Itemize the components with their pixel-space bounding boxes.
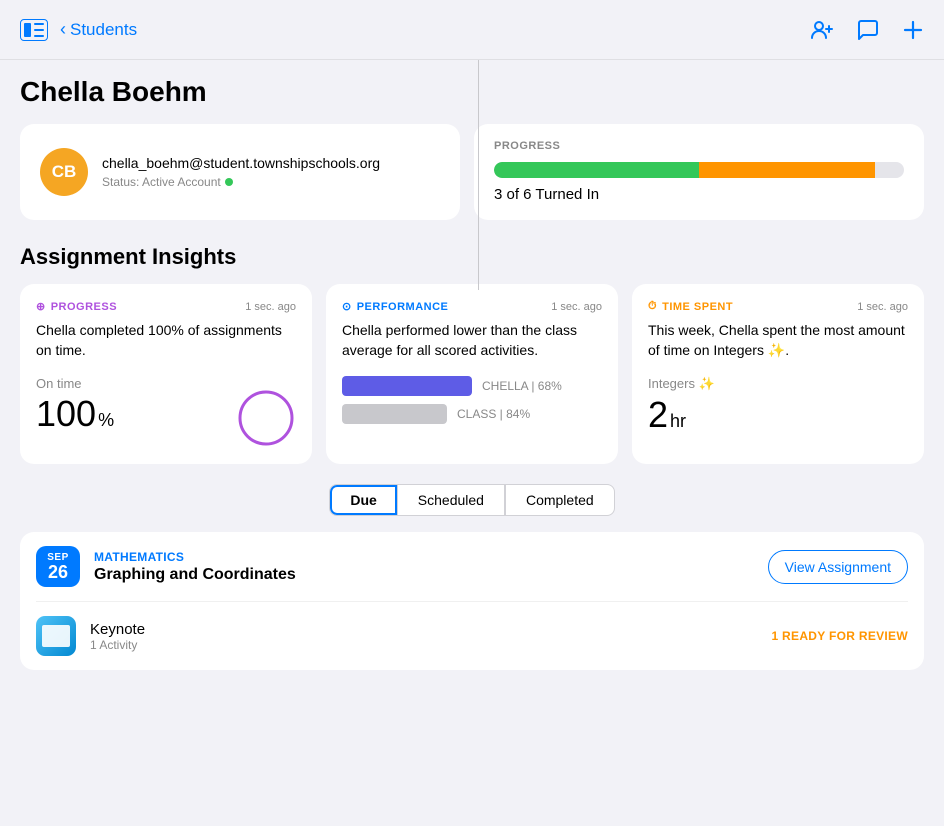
progress-bar <box>494 162 904 178</box>
insight-card-time: ⏱ TIME SPENT 1 sec. ago This week, Chell… <box>632 284 924 464</box>
progress-summary: 3 of 6 Turned In <box>494 186 599 203</box>
message-icon[interactable] <box>856 18 880 42</box>
assignment-section: SEP 26 MATHEMATICS Graphing and Coordina… <box>20 532 924 670</box>
class-bar-row: CLASS | 84% <box>342 404 602 424</box>
progress-tag-icon: ⊕ <box>36 300 46 313</box>
student-status: Status: Active Account <box>102 175 380 189</box>
insight-metric-time: Integers ✨ 2 hr <box>648 376 908 436</box>
insight-tag-time: ⏱ TIME SPENT <box>648 300 733 313</box>
view-assignment-button[interactable]: View Assignment <box>768 550 908 584</box>
avatar: CB <box>40 148 88 196</box>
item-info: Keynote 1 Activity <box>90 621 757 652</box>
item-sub: 1 Activity <box>90 638 757 652</box>
tab-scheduled[interactable]: Scheduled <box>397 484 505 516</box>
keynote-app-icon <box>36 616 76 656</box>
student-email: chella_boehm@student.townshipschools.org <box>102 155 380 171</box>
plus-icon[interactable] <box>902 19 924 41</box>
back-label: Students <box>70 20 137 40</box>
tab-completed[interactable]: Completed <box>505 484 615 516</box>
info-row: CB chella_boehm@student.townshipschools.… <box>20 124 924 220</box>
progress-circle-icon <box>236 388 296 448</box>
time-tag-icon: ⏱ <box>648 300 657 313</box>
chella-bar-row: CHELLA | 68% <box>342 376 602 396</box>
progress-bar-green <box>494 162 699 178</box>
assignment-title: Graphing and Coordinates <box>94 566 754 584</box>
insight-time-progress: 1 sec. ago <box>245 301 296 313</box>
performance-tag-icon: ⊙ <box>342 300 352 313</box>
metric-value-time: 2 hr <box>648 394 908 436</box>
insight-card-progress: ⊕ PROGRESS 1 sec. ago Chella completed 1… <box>20 284 312 464</box>
chella-bar <box>342 376 472 396</box>
date-day: 26 <box>46 563 70 581</box>
date-badge: SEP 26 <box>36 546 80 587</box>
add-student-icon[interactable] <box>810 18 834 42</box>
insight-desc-progress: Chella completed 100% of assignments on … <box>36 321 296 360</box>
ready-badge: 1 READY FOR REVIEW <box>771 629 908 643</box>
insight-header-performance: ⊙ PERFORMANCE 1 sec. ago <box>342 300 602 313</box>
insights-row: ⊕ PROGRESS 1 sec. ago Chella completed 1… <box>20 284 924 464</box>
insight-time-performance: 1 sec. ago <box>551 301 602 313</box>
progress-bar-orange <box>699 162 875 178</box>
metric-label-time: Integers ✨ <box>648 376 908 392</box>
class-bar-label: CLASS | 84% <box>457 407 530 421</box>
top-bar-left: ‹ Students <box>20 19 137 41</box>
assignment-subject: MATHEMATICS <box>94 550 754 564</box>
student-name: Chella Boehm <box>20 76 924 108</box>
status-dot-icon <box>225 178 233 186</box>
assignment-tabs: Due Scheduled Completed <box>20 484 924 516</box>
insight-desc-performance: Chella performed lower than the class av… <box>342 321 602 360</box>
status-text: Status: Active Account <box>102 175 221 189</box>
insight-desc-time: This week, Chella spent the most amount … <box>648 321 908 360</box>
student-card: CB chella_boehm@student.townshipschools.… <box>20 124 460 220</box>
keynote-icon-inner <box>42 625 70 647</box>
back-chevron-icon: ‹ <box>60 19 66 40</box>
insight-time-time: 1 sec. ago <box>857 301 908 313</box>
chella-bar-label: CHELLA | 68% <box>482 379 562 393</box>
vertical-divider <box>478 60 479 290</box>
progress-card: PROGRESS 3 of 6 Turned In <box>474 124 924 220</box>
top-bar: ‹ Students <box>0 0 944 60</box>
top-bar-right <box>810 18 924 42</box>
assignment-item: Keynote 1 Activity 1 READY FOR REVIEW <box>20 602 924 670</box>
performance-bars: CHELLA | 68% CLASS | 84% <box>342 376 602 424</box>
assignment-insights-section: Assignment Insights ⊕ PROGRESS 1 sec. ag… <box>20 244 924 464</box>
back-button[interactable]: ‹ Students <box>60 19 137 40</box>
student-info: chella_boehm@student.townshipschools.org… <box>102 155 380 189</box>
insight-tag-performance: ⊙ PERFORMANCE <box>342 300 448 313</box>
main-content: Chella Boehm CB chella_boehm@student.tow… <box>0 60 944 826</box>
insights-title: Assignment Insights <box>20 244 924 270</box>
sidebar-toggle-button[interactable] <box>20 19 48 41</box>
insight-tag-progress: ⊕ PROGRESS <box>36 300 117 313</box>
insight-card-performance: ⊙ PERFORMANCE 1 sec. ago Chella performe… <box>326 284 618 464</box>
assignment-header: SEP 26 MATHEMATICS Graphing and Coordina… <box>20 532 924 601</box>
class-bar <box>342 404 447 424</box>
insight-header-time: ⏱ TIME SPENT 1 sec. ago <box>648 300 908 313</box>
insight-header-progress: ⊕ PROGRESS 1 sec. ago <box>36 300 296 313</box>
assignment-info: MATHEMATICS Graphing and Coordinates <box>94 550 754 584</box>
item-name: Keynote <box>90 621 757 638</box>
progress-label: PROGRESS <box>494 140 904 152</box>
tab-due[interactable]: Due <box>329 484 396 516</box>
